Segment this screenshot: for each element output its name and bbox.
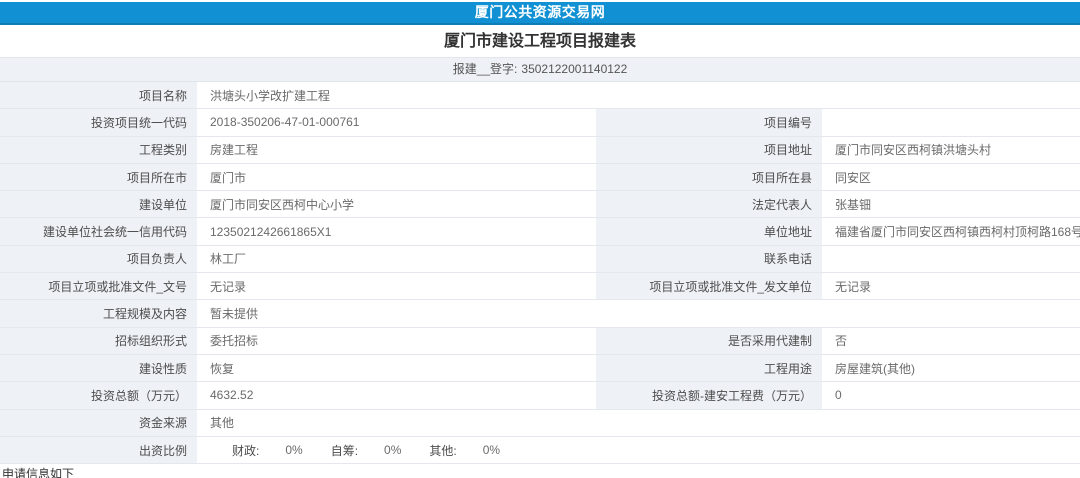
table-row-project-category: 工程类别 房建工程 项目地址 厦门市同安区西柯镇洪塘头村 <box>0 137 1080 164</box>
field-label: 联系电话 <box>596 246 823 272</box>
field-value: 否 <box>823 328 1080 354</box>
field-label: 项目名称 <box>0 82 198 108</box>
funding-ratio-self-label: 自筹: <box>331 442 358 459</box>
field-value: 厦门市同安区西柯中心小学 <box>198 191 596 217</box>
footer-note: 申请信息如下 <box>0 466 1080 478</box>
field-value: 厦门市 <box>198 164 596 190</box>
field-label: 投资项目统一代码 <box>0 109 198 135</box>
field-value: 房屋建筑(其他) <box>823 355 1080 381</box>
field-label: 项目负责人 <box>0 246 198 272</box>
field-label: 资金来源 <box>0 410 198 436</box>
field-value: 委托招标 <box>198 328 596 354</box>
table-row-project-name: 项目名称 洪塘头小学改扩建工程 <box>0 82 1080 109</box>
field-label: 是否采用代建制 <box>596 328 823 354</box>
page-title: 厦门市建设工程项目报建表 <box>0 25 1080 58</box>
field-label: 法定代表人 <box>596 191 823 217</box>
page: 厦门公共资源交易网 厦门市建设工程项目报建表 报建__登字:3502122001… <box>0 0 1080 478</box>
field-value: 同安区 <box>823 164 1080 190</box>
field-value: 1235021242661865X1 <box>198 218 596 244</box>
field-value <box>823 109 1080 135</box>
field-value: 无记录 <box>823 273 1080 299</box>
funding-ratio-values: 财政: 0% 自筹: 0% 其他: 0% <box>198 437 1080 463</box>
project-info-table: 项目名称 洪塘头小学改扩建工程 投资项目统一代码 2018-350206-47-… <box>0 82 1080 464</box>
site-header-bar: 厦门公共资源交易网 <box>0 2 1080 25</box>
field-value: 厦门市同安区西柯镇洪塘头村 <box>823 137 1080 163</box>
table-row-credit-code: 建设单位社会统一信用代码 1235021242661865X1 单位地址 福建省… <box>0 218 1080 245</box>
registration-number-row: 报建__登字:3502122001140122 <box>0 58 1080 82</box>
field-label: 单位地址 <box>596 218 823 244</box>
field-label: 项目编号 <box>596 109 823 135</box>
field-label: 工程规模及内容 <box>0 300 198 326</box>
field-label: 投资总额-建安工程费（万元） <box>596 382 823 408</box>
field-value: 张基钿 <box>823 191 1080 217</box>
table-row-approval-doc: 项目立项或批准文件_文号 无记录 项目立项或批准文件_发文单位 无记录 <box>0 273 1080 300</box>
field-label: 项目立项或批准文件_文号 <box>0 273 198 299</box>
field-label: 工程用途 <box>596 355 823 381</box>
field-value: 0 <box>823 382 1080 408</box>
field-value: 4632.52 <box>198 382 596 408</box>
table-row-funding-ratio: 出资比例 财政: 0% 自筹: 0% 其他: 0% <box>0 437 1080 464</box>
field-label: 项目所在市 <box>0 164 198 190</box>
site-title: 厦门公共资源交易网 <box>475 4 606 20</box>
field-label: 建设性质 <box>0 355 198 381</box>
field-value: 其他 <box>198 410 1080 436</box>
field-label: 投资总额（万元） <box>0 382 198 408</box>
field-label: 建设单位社会统一信用代码 <box>0 218 198 244</box>
field-value: 2018-350206-47-01-000761 <box>198 109 596 135</box>
field-value: 恢复 <box>198 355 596 381</box>
field-label: 工程类别 <box>0 137 198 163</box>
funding-ratio-fiscal-value: 0% <box>285 443 302 457</box>
field-value: 房建工程 <box>198 137 596 163</box>
field-value: 福建省厦门市同安区西柯镇西柯村顶柯路168号 <box>823 218 1080 244</box>
table-row-project-city: 项目所在市 厦门市 项目所在县 同安区 <box>0 164 1080 191</box>
registration-label: 报建__登字: <box>453 62 518 76</box>
field-label: 建设单位 <box>0 191 198 217</box>
funding-ratio-fiscal-label: 财政: <box>232 442 259 459</box>
table-row-project-scale: 工程规模及内容 暂未提供 <box>0 300 1080 327</box>
field-label: 出资比例 <box>0 437 198 463</box>
funding-ratio-other-label: 其他: <box>429 442 456 459</box>
field-label: 项目地址 <box>596 137 823 163</box>
field-label: 招标组织形式 <box>0 328 198 354</box>
table-row-construction-nature: 建设性质 恢复 工程用途 房屋建筑(其他) <box>0 355 1080 382</box>
table-row-total-investment: 投资总额（万元） 4632.52 投资总额-建安工程费（万元） 0 <box>0 382 1080 409</box>
table-row-funding-source: 资金来源 其他 <box>0 410 1080 437</box>
funding-ratio-self-value: 0% <box>384 443 401 457</box>
field-label: 项目所在县 <box>596 164 823 190</box>
registration-number: 3502122001140122 <box>521 62 627 76</box>
table-row-bidding-form: 招标组织形式 委托招标 是否采用代建制 否 <box>0 328 1080 355</box>
field-value: 暂未提供 <box>198 300 1080 326</box>
field-value: 无记录 <box>198 273 596 299</box>
funding-ratio-other-value: 0% <box>483 443 500 457</box>
table-row-construction-unit: 建设单位 厦门市同安区西柯中心小学 法定代表人 张基钿 <box>0 191 1080 218</box>
field-value: 洪塘头小学改扩建工程 <box>198 82 1080 108</box>
table-row-project-leader: 项目负责人 林工厂 联系电话 <box>0 246 1080 273</box>
field-value: 林工厂 <box>198 246 596 272</box>
field-value <box>823 246 1080 272</box>
table-row-investment-code: 投资项目统一代码 2018-350206-47-01-000761 项目编号 <box>0 109 1080 136</box>
field-label: 项目立项或批准文件_发文单位 <box>596 273 823 299</box>
